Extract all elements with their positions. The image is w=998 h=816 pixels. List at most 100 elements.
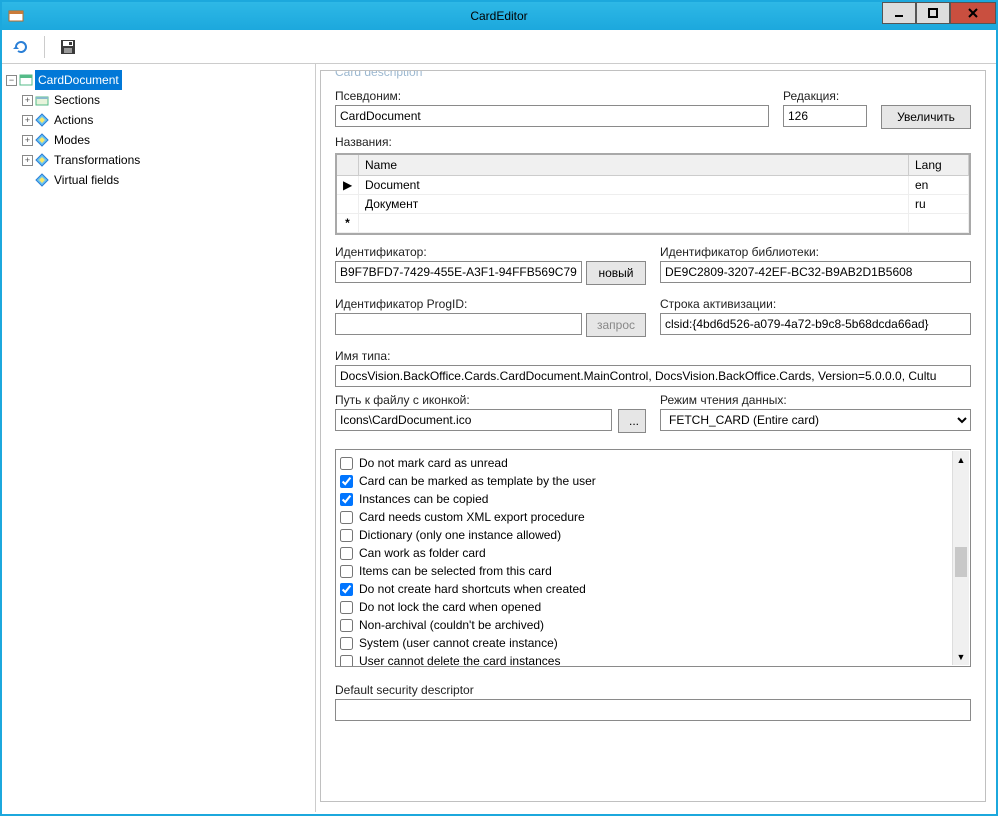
check-label: Dictionary (only one instance allowed) [359, 528, 561, 542]
new-id-button[interactable]: новый [586, 261, 646, 285]
names-grid[interactable]: Name Lang ▶ Document en Документ ru * [335, 153, 971, 235]
tree-label[interactable]: Sections [51, 90, 103, 110]
refresh-button[interactable] [10, 36, 32, 58]
grid-header-sel [337, 155, 359, 175]
checkbox[interactable] [340, 511, 353, 524]
name-cell[interactable]: Документ [359, 195, 909, 213]
title-bar: CardEditor [2, 2, 996, 30]
progid-input[interactable] [335, 313, 582, 335]
tree-node-modes[interactable]: + Modes [22, 130, 311, 150]
check-item[interactable]: Items can be selected from this card [340, 562, 966, 580]
minimize-button[interactable] [882, 2, 916, 24]
scroll-thumb[interactable] [955, 547, 967, 577]
content-area: − CardDocument + Sections + Actions + [2, 64, 996, 812]
id-input[interactable] [335, 261, 582, 283]
scroll-up-icon[interactable]: ▲ [953, 451, 969, 468]
check-item[interactable]: Do not lock the card when opened [340, 598, 966, 616]
increase-button[interactable]: Увеличить [881, 105, 971, 129]
expand-icon[interactable]: + [22, 115, 33, 126]
checkbox[interactable] [340, 583, 353, 596]
lib-id-input[interactable] [660, 261, 971, 283]
table-row[interactable]: Документ ru [337, 195, 969, 214]
scroll-down-icon[interactable]: ▼ [953, 648, 969, 665]
checkbox[interactable] [340, 547, 353, 560]
name-cell[interactable] [359, 214, 909, 232]
check-item[interactable]: Instances can be copied [340, 490, 966, 508]
check-label: Items can be selected from this card [359, 564, 552, 578]
tree-label[interactable]: Virtual fields [51, 170, 122, 190]
row-selector[interactable] [337, 195, 359, 213]
save-button[interactable] [57, 36, 79, 58]
lib-id-label: Идентификатор библиотеки: [660, 245, 971, 259]
check-item[interactable]: Card needs custom XML export procedure [340, 508, 966, 526]
table-row[interactable]: ▶ Document en [337, 176, 969, 195]
tree-label[interactable]: Actions [51, 110, 96, 130]
checkbox[interactable] [340, 457, 353, 470]
tree-label[interactable]: Modes [51, 130, 93, 150]
card-description-group: Card description Псевдоним: Редакция: . … [320, 70, 986, 802]
check-item[interactable]: System (user cannot create instance) [340, 634, 966, 652]
check-label: Non-archival (couldn't be archived) [359, 618, 544, 632]
checkbox[interactable] [340, 529, 353, 542]
check-item[interactable]: Do not create hard shortcuts when create… [340, 580, 966, 598]
checkbox[interactable] [340, 475, 353, 488]
check-label: Do not create hard shortcuts when create… [359, 582, 586, 596]
tree-node-virtual-fields[interactable]: Virtual fields [22, 170, 311, 190]
maximize-button[interactable] [916, 2, 950, 24]
security-input[interactable] [335, 699, 971, 721]
readmode-select[interactable]: FETCH_CARD (Entire card) [660, 409, 971, 431]
checkbox[interactable] [340, 637, 353, 650]
check-item[interactable]: Do not mark card as unread [340, 454, 966, 472]
readmode-label: Режим чтения данных: [660, 393, 971, 407]
checkbox[interactable] [340, 619, 353, 632]
check-item[interactable]: Can work as folder card [340, 544, 966, 562]
expand-icon[interactable]: + [22, 95, 33, 106]
browse-button[interactable]: ... [618, 409, 646, 433]
activation-input[interactable] [660, 313, 971, 335]
activation-label: Строка активизации: [660, 297, 971, 311]
tree-label[interactable]: Transformations [51, 150, 143, 170]
grid-header-lang[interactable]: Lang [909, 155, 969, 175]
scrollbar[interactable]: ▲ ▼ [952, 451, 969, 665]
detail-pane: Card description Псевдоним: Редакция: . … [316, 64, 996, 812]
check-item[interactable]: Dictionary (only one instance allowed) [340, 526, 966, 544]
lang-cell[interactable]: ru [909, 195, 969, 213]
expand-icon[interactable]: − [6, 75, 17, 86]
check-label: User cannot delete the card instances [359, 654, 560, 667]
tree-node-sections[interactable]: + Sections [22, 90, 311, 110]
alias-label: Псевдоним: [335, 89, 769, 103]
typename-input[interactable] [335, 365, 971, 387]
tree-root[interactable]: − CardDocument [6, 70, 311, 90]
row-selector[interactable]: ▶ [337, 176, 359, 194]
check-item[interactable]: User cannot delete the card instances [340, 652, 966, 667]
progid-label: Идентификатор ProgID: [335, 297, 646, 311]
tree-node-actions[interactable]: + Actions [22, 110, 311, 130]
checkbox[interactable] [340, 601, 353, 614]
iconpath-input[interactable] [335, 409, 612, 431]
expand-icon[interactable]: + [22, 155, 33, 166]
alias-input[interactable] [335, 105, 769, 127]
name-cell[interactable]: Document [359, 176, 909, 194]
attributes-checklist[interactable]: Do not mark card as unreadCard can be ma… [335, 449, 971, 667]
tree-node-transformations[interactable]: + Transformations [22, 150, 311, 170]
checkbox[interactable] [340, 493, 353, 506]
checkbox[interactable] [340, 565, 353, 578]
tree-root-label[interactable]: CardDocument [35, 70, 122, 90]
lang-cell[interactable]: en [909, 176, 969, 194]
revision-input[interactable] [783, 105, 867, 127]
lang-cell[interactable] [909, 214, 969, 232]
checkbox[interactable] [340, 655, 353, 668]
grid-header-name[interactable]: Name [359, 155, 909, 175]
expand-icon[interactable]: + [22, 135, 33, 146]
row-selector[interactable]: * [337, 214, 359, 232]
window-title: CardEditor [470, 9, 527, 23]
table-row[interactable]: * [337, 214, 969, 233]
tree-pane[interactable]: − CardDocument + Sections + Actions + [2, 64, 316, 812]
close-button[interactable] [950, 2, 996, 24]
toolbar [2, 30, 996, 64]
expand-spacer [22, 175, 33, 186]
diamond-icon [35, 133, 49, 147]
check-item[interactable]: Card can be marked as template by the us… [340, 472, 966, 490]
check-item[interactable]: Non-archival (couldn't be archived) [340, 616, 966, 634]
toolbar-separator [44, 36, 45, 58]
